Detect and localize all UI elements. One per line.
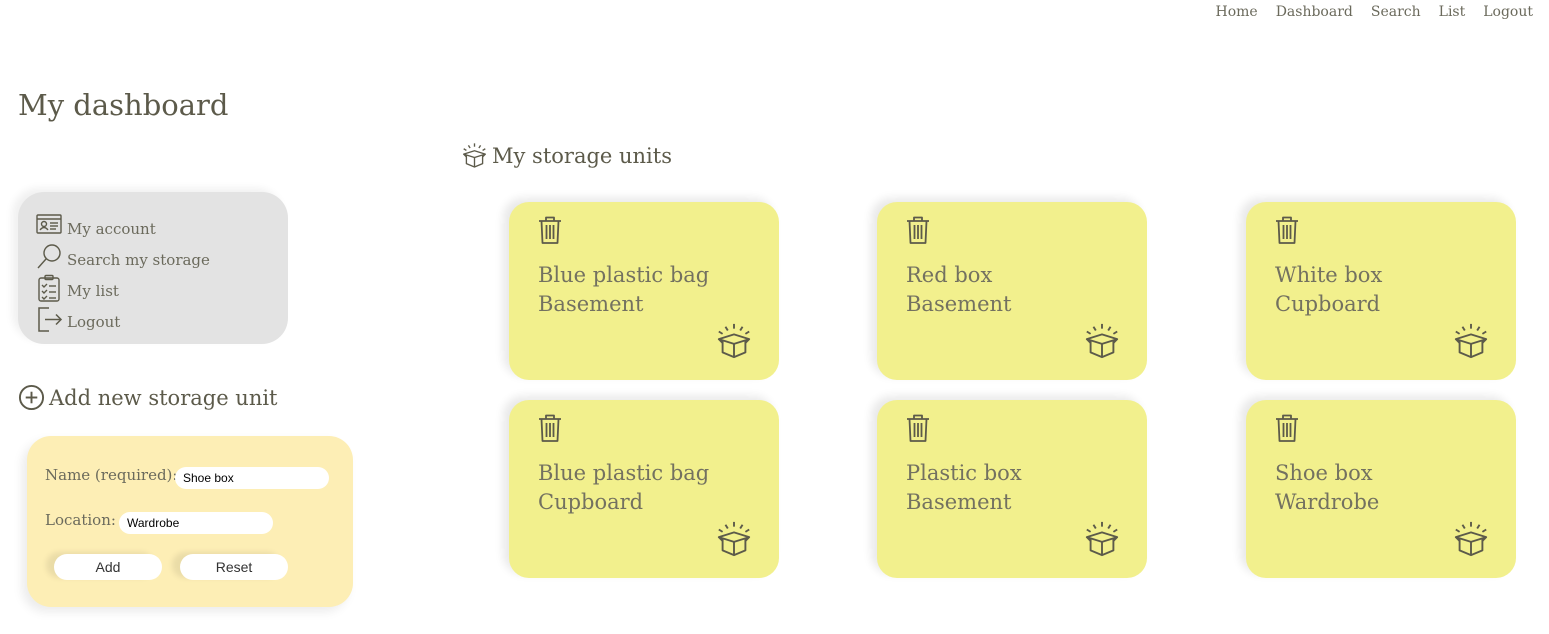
menu-item-label: My account — [67, 220, 156, 238]
storage-unit-card[interactable]: White box Cupboard — [1246, 202, 1516, 380]
storage-unit-location: Wardrobe — [1275, 490, 1380, 514]
nav-logout-link[interactable]: Logout — [1483, 4, 1533, 20]
name-label: Name (required): — [45, 466, 178, 484]
storage-unit-card[interactable]: Blue plastic bag Cupboard — [509, 400, 779, 578]
plus-circle-icon[interactable] — [18, 384, 45, 411]
box-icon — [463, 143, 486, 168]
storage-unit-name: Shoe box — [1275, 461, 1373, 485]
menu-item-label: My list — [67, 282, 119, 300]
page-title: My dashboard — [18, 88, 229, 122]
storage-unit-name: Blue plastic bag — [538, 461, 710, 485]
location-label: Location: — [45, 511, 116, 529]
box-icon[interactable] — [715, 322, 753, 360]
storage-unit-card[interactable]: Blue plastic bag Basement — [509, 202, 779, 380]
storage-unit-name: Blue plastic bag — [538, 263, 710, 287]
box-icon[interactable] — [1083, 520, 1121, 558]
storage-units-heading: My storage units — [461, 142, 672, 169]
nav-search-link[interactable]: Search — [1371, 4, 1421, 20]
menu-item-my-list[interactable]: My list — [35, 272, 119, 302]
box-icon[interactable] — [1452, 322, 1490, 360]
trash-icon[interactable] — [1274, 413, 1300, 443]
storage-unit-location: Basement — [538, 292, 644, 316]
magnifier-icon — [37, 244, 61, 269]
storage-unit-location: Basement — [906, 292, 1012, 316]
name-input[interactable] — [175, 467, 329, 489]
account-card-icon — [36, 214, 62, 234]
clipboard-list-icon — [38, 274, 60, 302]
box-icon[interactable] — [715, 520, 753, 558]
box-icon[interactable] — [1452, 520, 1490, 558]
menu-item-label: Logout — [67, 313, 121, 331]
dashboard-menu: My account Search my storage My list Log… — [18, 192, 288, 344]
top-nav: Home Dashboard Search List Logout — [1215, 4, 1533, 20]
add-storage-form: Name (required): Location: Add Reset — [27, 436, 353, 607]
add-storage-heading-text: Add new storage unit — [49, 385, 278, 410]
box-icon[interactable] — [1083, 322, 1121, 360]
nav-dashboard-link[interactable]: Dashboard — [1276, 4, 1353, 20]
nav-home-link[interactable]: Home — [1215, 4, 1257, 20]
storage-unit-card[interactable]: Shoe box Wardrobe — [1246, 400, 1516, 578]
trash-icon[interactable] — [1274, 215, 1300, 245]
storage-unit-name: White box — [1275, 263, 1383, 287]
location-input[interactable] — [119, 512, 273, 534]
storage-unit-name: Red box — [906, 263, 993, 287]
trash-icon[interactable] — [537, 215, 563, 245]
nav-list-link[interactable]: List — [1439, 4, 1466, 20]
reset-button[interactable]: Reset — [180, 554, 288, 580]
trash-icon[interactable] — [537, 413, 563, 443]
trash-icon[interactable] — [905, 413, 931, 443]
trash-icon[interactable] — [905, 215, 931, 245]
storage-unit-name: Plastic box — [906, 461, 1022, 485]
menu-item-my-account[interactable]: My account — [35, 210, 156, 240]
menu-item-logout[interactable]: Logout — [35, 303, 120, 333]
storage-unit-card[interactable]: Plastic box Basement — [877, 400, 1147, 578]
menu-item-search-storage[interactable]: Search my storage — [35, 241, 210, 271]
storage-unit-location: Cupboard — [538, 490, 644, 514]
add-button[interactable]: Add — [54, 554, 162, 580]
storage-unit-location: Cupboard — [1275, 292, 1381, 316]
storage-unit-location: Basement — [906, 490, 1012, 514]
add-storage-heading: Add new storage unit — [18, 384, 278, 411]
storage-units-heading-text: My storage units — [492, 143, 672, 168]
logout-icon — [38, 307, 63, 332]
storage-unit-card[interactable]: Red box Basement — [877, 202, 1147, 380]
menu-item-label: Search my storage — [67, 251, 210, 269]
